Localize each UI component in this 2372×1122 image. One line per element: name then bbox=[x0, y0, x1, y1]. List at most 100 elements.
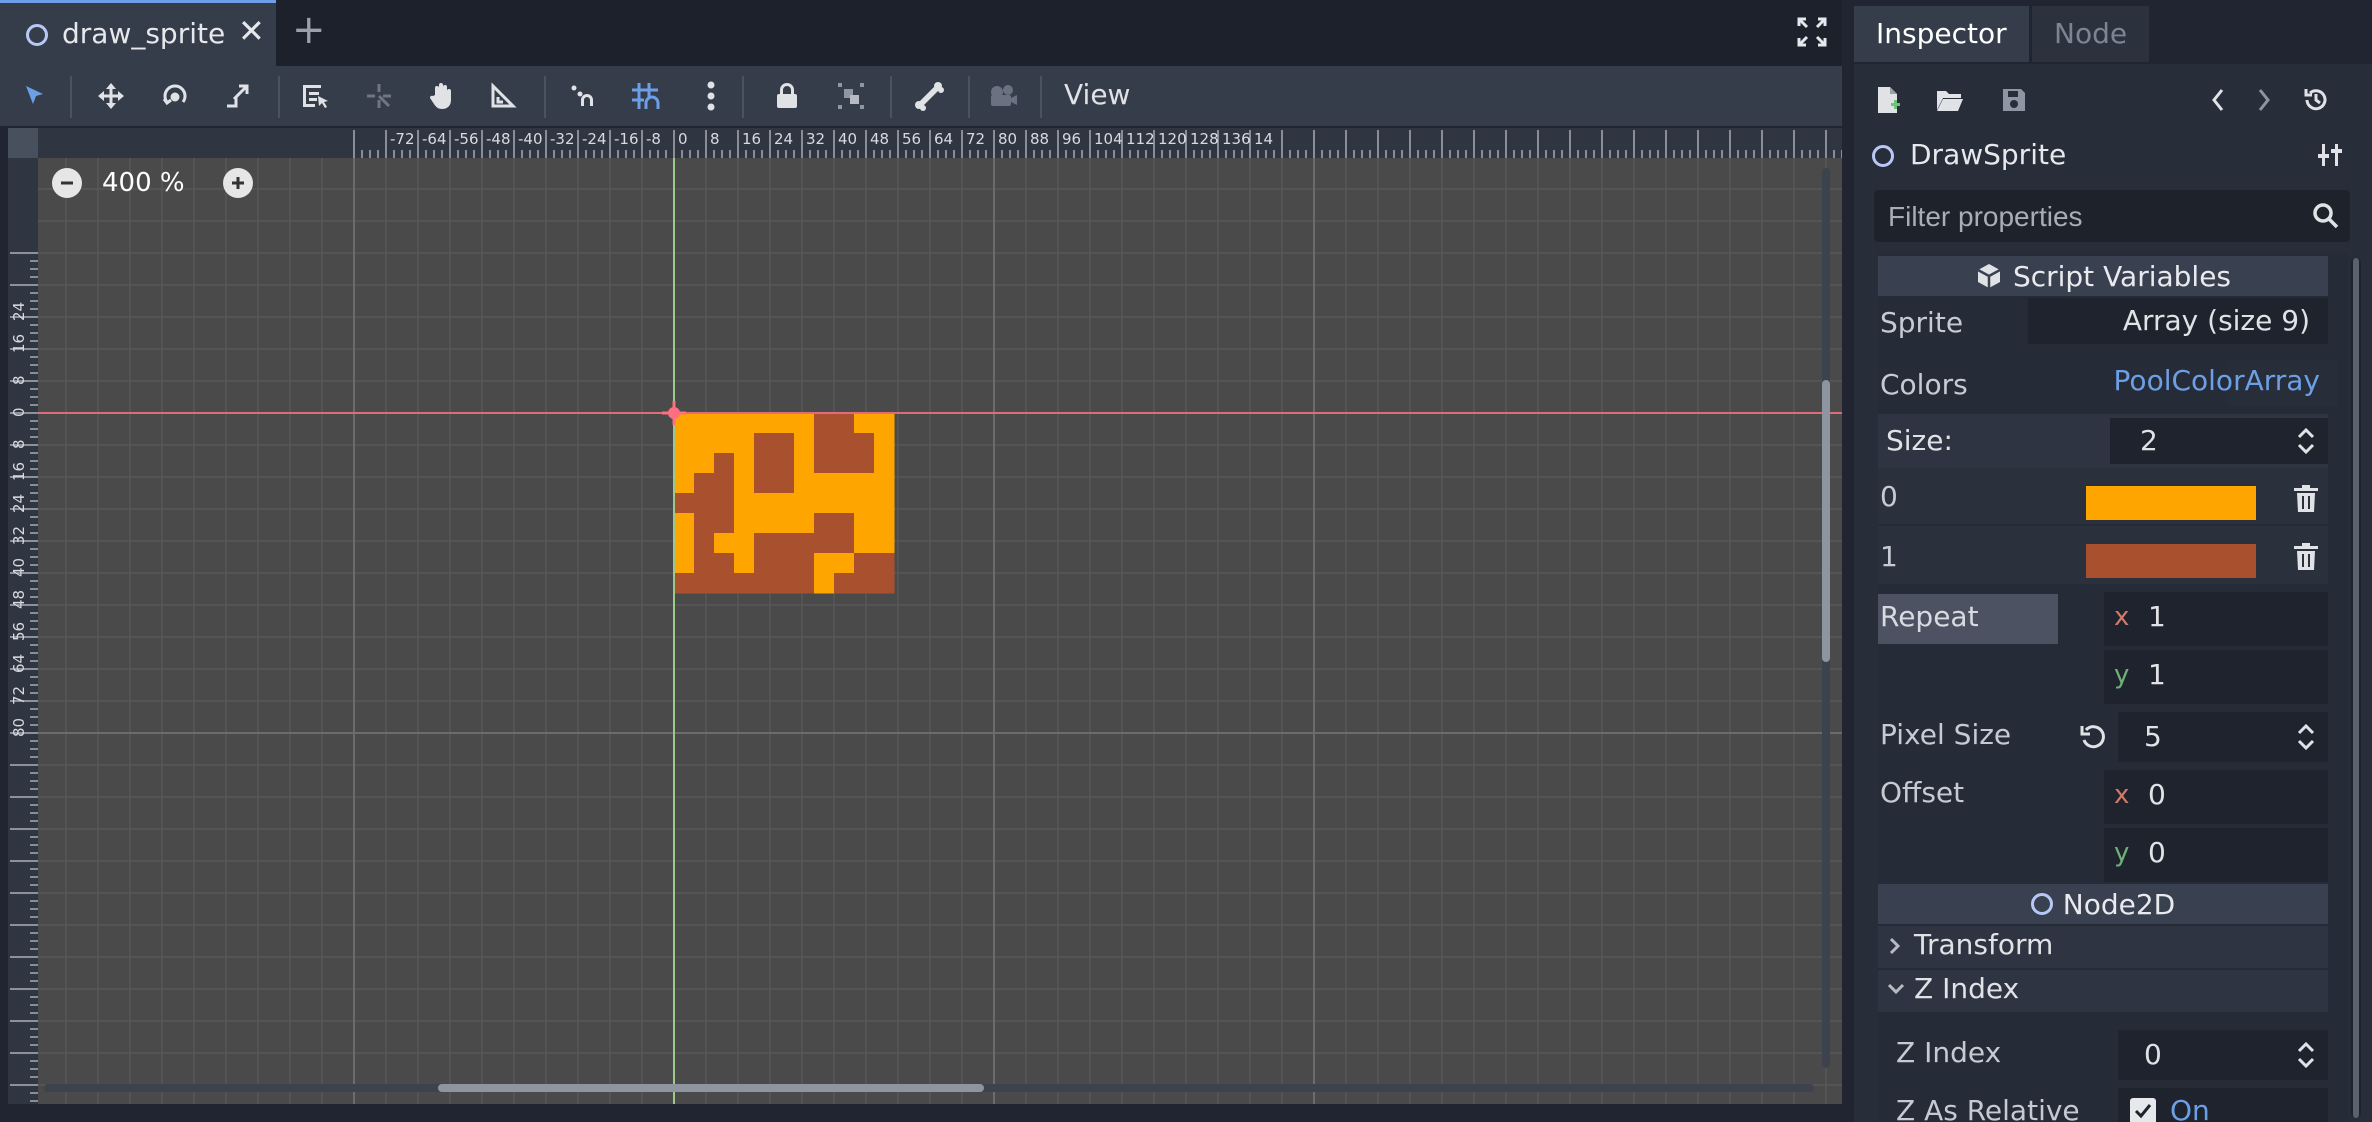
ruler-label: -56 bbox=[454, 130, 479, 148]
sprite-pixel bbox=[694, 453, 715, 474]
filter-properties-input[interactable] bbox=[1886, 196, 2290, 238]
ruler-label: 24 bbox=[774, 130, 793, 148]
inspector-scrollbar[interactable] bbox=[2351, 258, 2361, 1118]
scene-tab[interactable]: draw_sprite ✕ bbox=[0, 0, 276, 66]
zoom-out-icon[interactable] bbox=[52, 168, 82, 198]
sprite-pixel bbox=[794, 513, 815, 534]
pixel-size-label: Pixel Size bbox=[1880, 718, 2012, 751]
spinner-icon[interactable] bbox=[2296, 1040, 2316, 1070]
offset-y-value: 0 bbox=[2148, 836, 2166, 869]
sprite-pixel bbox=[834, 413, 855, 434]
colors-array-button[interactable]: PoolColorArray bbox=[2098, 364, 2320, 397]
back-icon[interactable] bbox=[2198, 80, 2238, 120]
ruler-label: 88 bbox=[1030, 130, 1049, 148]
ruler-label: 48 bbox=[10, 590, 28, 609]
z-as-relative-label: Z As Relative bbox=[1896, 1094, 2080, 1122]
color-swatch[interactable] bbox=[2086, 486, 2256, 520]
sprite-pixel bbox=[814, 473, 835, 494]
toolbar-separator bbox=[1040, 76, 1042, 118]
new-resource-icon[interactable] bbox=[1868, 80, 1908, 120]
inspector-scrollbar-thumb[interactable] bbox=[2353, 258, 2359, 1118]
list-select-icon[interactable] bbox=[294, 76, 336, 116]
sprite-pixel bbox=[694, 573, 715, 594]
open-folder-icon[interactable] bbox=[1930, 80, 1970, 120]
node2d-icon bbox=[26, 24, 48, 46]
plus-icon[interactable]: + bbox=[292, 10, 326, 50]
smart-snap-icon[interactable] bbox=[562, 76, 604, 116]
save-icon[interactable] bbox=[1994, 80, 2034, 120]
sprite-pixel bbox=[794, 433, 815, 454]
select-tool-icon[interactable] bbox=[14, 76, 56, 116]
node2d-icon bbox=[1872, 145, 1894, 167]
rotate-tool-icon[interactable] bbox=[154, 76, 196, 116]
zoom-level[interactable]: 400 % bbox=[102, 168, 185, 198]
spinner-icon[interactable] bbox=[2296, 426, 2316, 456]
forward-icon[interactable] bbox=[2244, 80, 2284, 120]
search-icon[interactable] bbox=[2312, 202, 2340, 230]
close-icon[interactable]: ✕ bbox=[238, 15, 265, 47]
more-vert-icon[interactable] bbox=[690, 76, 732, 116]
color-swatch[interactable] bbox=[2086, 544, 2256, 578]
sprite-pixel bbox=[794, 493, 815, 514]
ruler-label: -8 bbox=[646, 130, 661, 148]
scale-tool-icon[interactable] bbox=[216, 76, 258, 116]
ruler-label: 0 bbox=[678, 130, 688, 148]
history-icon[interactable] bbox=[2296, 80, 2336, 120]
toolbar-separator bbox=[742, 76, 744, 118]
sprite-pixel bbox=[834, 493, 855, 514]
chevron-down-icon[interactable] bbox=[1886, 982, 1906, 996]
spinner-icon[interactable] bbox=[2296, 722, 2316, 752]
bone-icon[interactable] bbox=[908, 76, 950, 116]
object-tools-icon[interactable] bbox=[2316, 140, 2346, 170]
view-menu[interactable]: View bbox=[1064, 78, 1130, 111]
repeat-x-field[interactable]: x 1 bbox=[2104, 592, 2328, 646]
sprite-array-button[interactable]: Array (size 9) bbox=[2028, 298, 2328, 344]
pivot-tool-icon[interactable] bbox=[358, 76, 400, 116]
tab-node[interactable]: Node bbox=[2032, 6, 2150, 62]
grid-snap-icon[interactable] bbox=[624, 76, 666, 116]
ruler-label: 64 bbox=[10, 654, 28, 673]
pan-tool-icon[interactable] bbox=[420, 76, 462, 116]
repeat-y-field[interactable]: y 1 bbox=[2104, 650, 2328, 704]
inspector-toolbar bbox=[1854, 70, 2372, 128]
revert-icon[interactable] bbox=[2078, 722, 2108, 752]
sprite-pixel bbox=[774, 433, 795, 454]
ruler-label: 64 bbox=[934, 130, 953, 148]
group-icon[interactable] bbox=[830, 76, 872, 116]
distraction-free-icon[interactable] bbox=[1796, 16, 1828, 48]
sprite-pixel bbox=[774, 553, 795, 574]
sprite-pixel bbox=[754, 453, 775, 474]
chevron-right-icon[interactable] bbox=[1888, 936, 1902, 956]
sprite-pixel bbox=[854, 553, 875, 574]
section-script-variables[interactable]: Script Variables bbox=[1878, 256, 2328, 296]
trash-icon[interactable] bbox=[2292, 484, 2320, 514]
canvas-drawing[interactable]: -72 -64 -56 -48 -40 -32 -24 -16 -8 0 8 16 24 32 40 48 56… bbox=[8, 128, 1842, 1104]
lock-icon[interactable] bbox=[766, 76, 808, 116]
camera-icon[interactable] bbox=[982, 76, 1024, 116]
section-node2d[interactable]: Node2D bbox=[1878, 884, 2328, 924]
tab-inspector[interactable]: Inspector bbox=[1854, 6, 2029, 62]
canvas-viewport[interactable]: -72 -64 -56 -48 -40 -32 -24 -16 -8 0 8 16 24 32 40 48 56… bbox=[8, 128, 1842, 1104]
sprite-pixel bbox=[674, 533, 695, 554]
zoom-in-icon[interactable] bbox=[222, 168, 253, 198]
vertical-scrollbar-thumb[interactable] bbox=[1822, 380, 1830, 662]
horizontal-scrollbar-thumb[interactable] bbox=[438, 1084, 984, 1092]
sprite-pixel bbox=[694, 513, 715, 534]
colors-size-value: 2 bbox=[2140, 424, 2158, 457]
ruler-label: 16 bbox=[10, 334, 28, 353]
sprite-pixel bbox=[754, 433, 775, 454]
offset-y-field[interactable]: y 0 bbox=[2104, 828, 2328, 882]
inspector-dock: Inspector Node DrawSprite Filter propert… bbox=[1854, 0, 2372, 1122]
scene-tab-label: draw_sprite bbox=[62, 17, 226, 50]
move-tool-icon[interactable] bbox=[90, 76, 132, 116]
sprite-pixel bbox=[874, 553, 895, 574]
z-as-relative-checkbox[interactable] bbox=[2130, 1098, 2156, 1122]
sprite-pixel bbox=[714, 573, 735, 594]
offset-x-field[interactable]: x 0 bbox=[2104, 770, 2328, 824]
sprite-pixel bbox=[754, 573, 775, 594]
z-index-value: 0 bbox=[2144, 1038, 2162, 1071]
object-name: DrawSprite bbox=[1910, 138, 2067, 171]
trash-icon[interactable] bbox=[2292, 542, 2320, 572]
ruler-tool-icon[interactable] bbox=[482, 76, 524, 116]
sprite-pixel bbox=[814, 513, 835, 534]
